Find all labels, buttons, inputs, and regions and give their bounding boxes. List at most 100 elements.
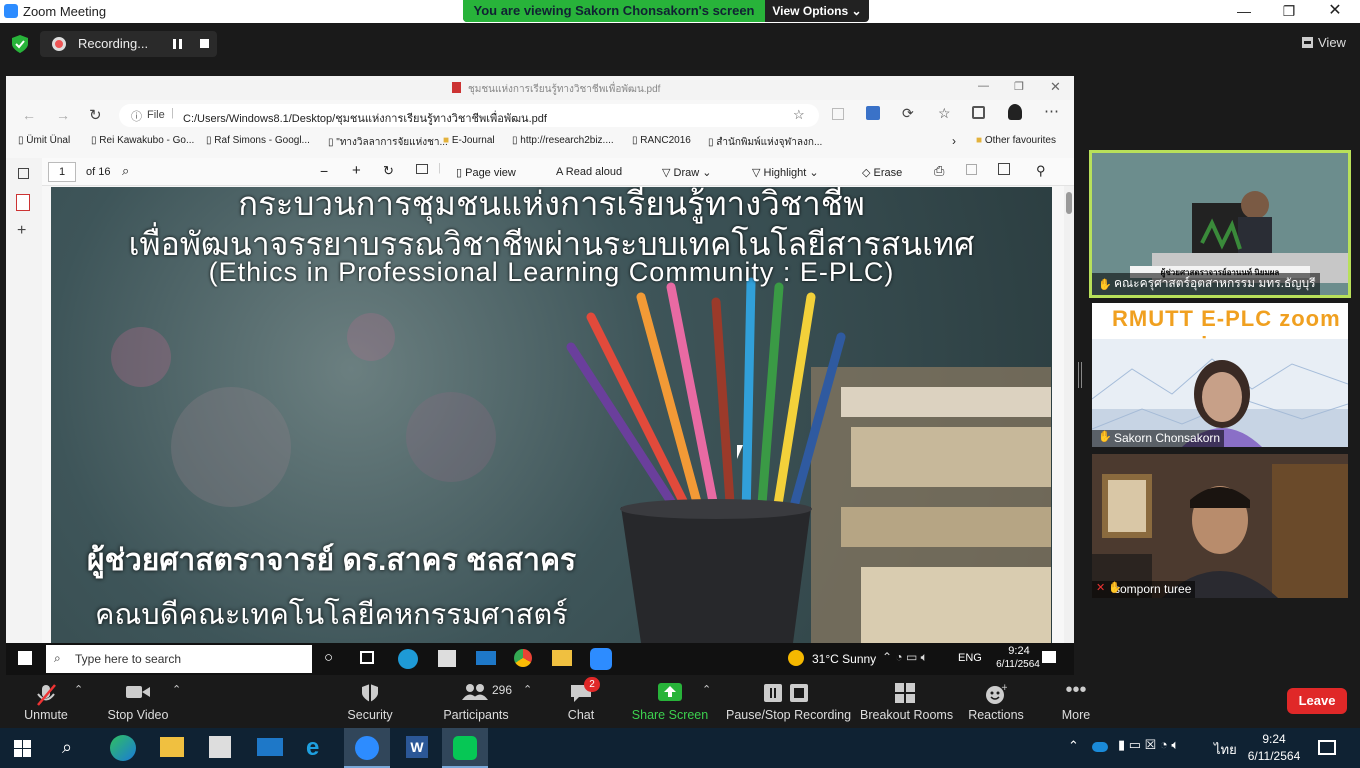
word-icon[interactable]: W [406, 736, 428, 758]
pdf-scrollbar[interactable] [1064, 186, 1074, 643]
minimize-button[interactable]: — [1229, 2, 1259, 20]
recording-indicator: Recording... [40, 31, 217, 57]
onedrive-icon[interactable] [1092, 742, 1108, 752]
chrome-icon[interactable] [514, 649, 532, 667]
page-number-input[interactable]: 1 [48, 162, 76, 182]
erase-button[interactable]: ◇ Erase [862, 166, 902, 179]
favorite-star-icon[interactable]: ☆ [793, 107, 805, 123]
share-screen-button[interactable]: Share Screen [630, 675, 710, 728]
pause-recording-button[interactable] [173, 39, 183, 49]
favorite-item[interactable]: ▯ สำนักพิมพ์แห่งจุฬาลงก... [708, 135, 822, 150]
page-view-button[interactable]: ▯ Page view [456, 166, 516, 179]
security-button[interactable]: Security [336, 675, 404, 728]
read-aloud-button[interactable]: A Read aloud [556, 166, 622, 178]
collections-icon[interactable] [972, 106, 985, 119]
breakout-rooms-label: Breakout Rooms [860, 708, 954, 722]
notification-center-icon[interactable] [1318, 740, 1336, 755]
stop-video-button[interactable]: Stop Video [100, 675, 176, 728]
taskbar-zoom-active[interactable] [344, 728, 390, 768]
save-icon[interactable] [966, 164, 977, 175]
extensions-icon[interactable]: ⟳ [902, 105, 914, 122]
notifications-icon[interactable] [1042, 651, 1056, 663]
reading-view-icon[interactable] [832, 108, 844, 120]
chat-button[interactable]: 2 Chat [556, 675, 606, 728]
pdf-doc-icon[interactable] [16, 194, 30, 211]
file-explorer-icon[interactable] [552, 650, 572, 666]
chevron-right-icon[interactable]: › [952, 134, 956, 148]
other-favorites[interactable]: ■ Other favourites [976, 135, 1056, 146]
mail-icon[interactable] [476, 651, 496, 665]
participants-button[interactable]: 296 Participants [438, 675, 514, 728]
video-tile-sakorn[interactable]: RMUTT E-PLC zoom symposium Sakorn Chonsa… [1092, 303, 1348, 447]
tray-chevron-icon[interactable]: ⌃ [1068, 738, 1079, 754]
video-tile-active-speaker[interactable]: ผู้ช่วยศาสตราจารย์อานนท์ นิยมผล คณะครุศา… [1089, 150, 1351, 298]
zoom-in-icon[interactable]: + [352, 162, 361, 179]
share-options-chevron-icon[interactable]: ⌃ [702, 683, 711, 696]
view-button[interactable]: View [1294, 31, 1350, 55]
browser-minimize-button[interactable]: — [978, 80, 989, 92]
edge-icon[interactable] [110, 735, 136, 761]
taskbar-line-active[interactable] [442, 728, 488, 768]
taskbar-search-box[interactable]: ⌕ Type here to search [46, 645, 312, 673]
draw-button[interactable]: ▽ Draw ⌄ [662, 166, 711, 179]
store-icon[interactable] [209, 736, 231, 758]
reactions-button[interactable]: + Reactions [966, 675, 1026, 728]
tray-icons[interactable]: ⌃ ◔ ▭ 🔈︎ [882, 650, 928, 665]
leave-button[interactable]: Leave [1287, 688, 1347, 714]
pdf-search-icon[interactable]: ⌕ [122, 163, 129, 179]
refresh-icon[interactable]: ↻ [89, 106, 102, 124]
favorite-folder[interactable]: ■ E-Journal [443, 135, 495, 146]
favorite-item[interactable]: ▯ RANC2016 [632, 135, 691, 146]
add-icon[interactable]: + [17, 222, 26, 240]
tray-icons[interactable]: ▮ ▭ ☒ ◔ 🔈︎ [1118, 737, 1179, 753]
edge-icon[interactable] [398, 649, 418, 669]
forward-icon[interactable]: → [56, 107, 70, 123]
thumbnails-icon[interactable] [18, 168, 29, 179]
store-icon[interactable] [438, 650, 456, 667]
more-button[interactable]: ••• More [1052, 675, 1100, 728]
zoom-app-icon[interactable] [590, 648, 612, 670]
view-options-button[interactable]: View Options ⌄ [765, 0, 869, 22]
pause-stop-recording-button[interactable]: Pause/Stop Recording [726, 675, 851, 728]
video-options-chevron-icon[interactable]: ⌃ [172, 683, 181, 696]
internet-explorer-icon[interactable]: e [306, 734, 319, 762]
search-extension-icon[interactable] [866, 106, 880, 120]
language-indicator[interactable]: ไทย [1214, 739, 1237, 760]
windows-start-icon[interactable] [18, 651, 32, 665]
browser-maximize-button[interactable]: ❐ [1014, 80, 1024, 93]
close-button[interactable]: ✕ [1320, 2, 1350, 20]
unmute-button[interactable]: Unmute [10, 675, 82, 728]
pin-icon[interactable]: ⚲ [1036, 163, 1046, 179]
file-explorer-icon[interactable] [160, 737, 184, 757]
highlight-button[interactable]: ▽ Highlight ⌄ [752, 166, 819, 179]
video-tile-somporn[interactable]: somporn turee ✕ ✋ [1092, 454, 1348, 598]
print-icon[interactable]: ⎙ [934, 163, 944, 179]
favorites-icon[interactable]: ☆ [938, 105, 951, 122]
mail-icon[interactable] [257, 738, 283, 756]
browser-close-button[interactable]: ✕ [1050, 79, 1061, 95]
cortana-icon[interactable]: ○ [324, 649, 333, 666]
language-indicator[interactable]: ENG [958, 652, 982, 664]
favorite-item[interactable]: ▯ http://research2biz.... [512, 135, 614, 146]
favorite-item[interactable]: ▯ "ทางวิลลาการจัยแห่งชา... [328, 135, 448, 150]
favorite-item[interactable]: ▯ Ümit Ünal [18, 135, 70, 146]
profile-avatar[interactable] [1008, 104, 1022, 120]
maximize-button[interactable]: ❐ [1274, 2, 1304, 20]
participants-chevron-icon[interactable]: ⌃ [523, 683, 532, 696]
search-icon[interactable]: ⌕ [62, 737, 72, 758]
fit-page-icon[interactable] [416, 164, 428, 174]
favorite-item[interactable]: ▯ Rei Kawakubo - Go... [91, 135, 194, 146]
audio-options-chevron-icon[interactable]: ⌃ [74, 683, 83, 696]
zoom-out-icon[interactable]: − [320, 163, 328, 179]
stop-recording-button[interactable] [200, 39, 209, 48]
windows-start-icon[interactable] [14, 740, 31, 757]
back-icon[interactable]: ← [22, 107, 36, 123]
address-bar[interactable]: ⓘ File | C:/Users/Windows8.1/Desktop/ชุม… [119, 104, 819, 127]
favorite-item[interactable]: ▯ Raf Simons - Googl... [206, 135, 310, 146]
rotate-icon[interactable]: ↻ [383, 163, 394, 179]
task-view-icon[interactable] [360, 651, 374, 664]
breakout-rooms-button[interactable]: Breakout Rooms [860, 675, 954, 728]
more-menu-icon[interactable]: ⋯ [1044, 102, 1059, 120]
save-as-icon[interactable] [998, 163, 1010, 175]
panel-resize-handle[interactable] [1078, 362, 1082, 388]
